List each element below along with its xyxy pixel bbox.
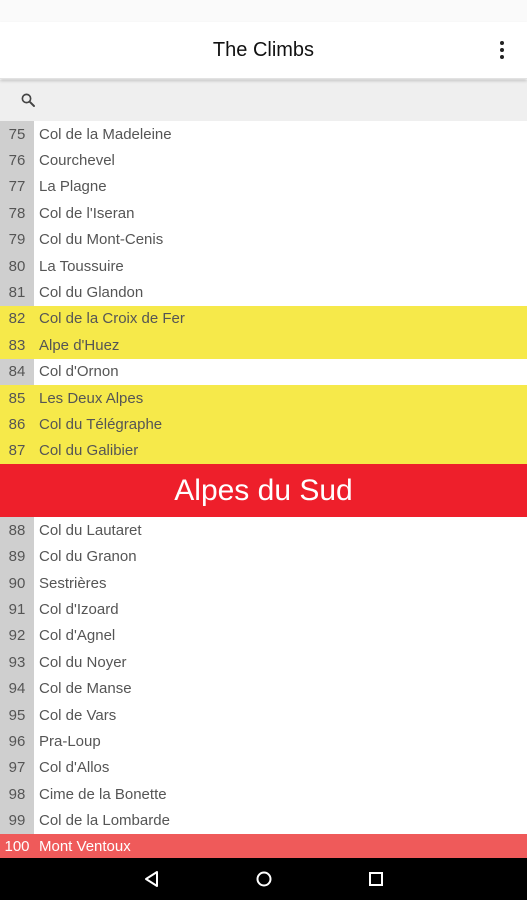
page-title: The Climbs [212,39,315,61]
list-item[interactable]: 87 Col du Galibier [0,437,527,465]
climb-name: Alpe d'Huez [39,336,120,354]
list-item[interactable]: 84 Col d'Ornon [0,358,527,385]
more-vert-icon[interactable] [497,36,507,64]
climb-name: Col de la Croix de Fer [39,310,185,328]
climb-number: 96 [0,728,34,755]
climb-name: Sestrières [39,574,107,592]
list-item[interactable]: 89 Col du Granon [0,543,527,570]
climb-number: 94 [0,675,34,702]
climb-number: 81 [0,279,34,306]
home-circle-icon[interactable] [254,869,274,889]
list-item[interactable]: 95 Col de Vars [0,701,527,729]
climb-number: 98 [0,780,34,808]
app-bar: The Climbs [0,22,527,79]
list-item[interactable]: 78 Col de l'Iseran [0,200,527,227]
recents-square-icon[interactable] [366,869,386,889]
list-item[interactable]: 82 Col de la Croix de Fer [0,305,527,333]
climb-name: Col d'Ornon [39,363,119,381]
list-item[interactable]: 93 Col du Noyer [0,649,527,676]
list-item[interactable]: 85 Les Deux Alpes [0,384,527,412]
list-item[interactable]: 81 Col du Glandon [0,279,527,306]
list-item[interactable]: 80 La Toussuire [0,252,527,280]
climb-list: 75 Col de la Madeleine 76 Courchevel 77 La Pl… [0,121,527,861]
climb-number: 84 [0,358,34,385]
search-input[interactable] [46,86,520,116]
list-item[interactable]: 75 Col de la Madeleine [0,121,527,148]
climb-number: 83 [0,332,34,359]
list-item[interactable]: 94 Col de Manse [0,675,527,702]
climb-name: Mont Ventoux [39,838,131,856]
status-bar [0,0,527,22]
list-item[interactable]: 77 La Plagne [0,173,527,201]
climb-name: Cime de la Bonette [39,785,167,803]
climb-number: 75 [0,121,34,148]
climb-name: Col de Manse [39,680,132,698]
climb-number: 82 [0,305,34,333]
list-item[interactable]: 97 Col d'Allos [0,754,527,781]
climb-number: 78 [0,200,34,227]
list-item[interactable]: 99 Col de la Lombarde [0,807,527,834]
climb-number: 97 [0,754,34,781]
list-item[interactable]: 76 Courchevel [0,147,527,174]
climb-number: 76 [0,147,34,174]
climb-number: 88 [0,517,34,544]
list-item[interactable]: 88 Col du Lautaret [0,517,527,544]
list-item[interactable]: 86 Col du Télégraphe [0,411,527,438]
list-item[interactable]: 96 Pra-Loup [0,728,527,755]
climb-name: Col d'Allos [39,759,110,777]
search-bar [0,80,527,121]
climb-name: Col de la Madeleine [39,125,172,143]
climb-name: Pra-Loup [39,732,101,750]
climb-number: 95 [0,701,34,729]
climb-number: 93 [0,649,34,676]
list-item[interactable]: 90 Sestrières [0,569,527,597]
climb-number: 99 [0,807,34,834]
climb-name: Col du Galibier [39,442,139,460]
list-item[interactable]: 79 Col du Mont-Cenis [0,226,527,253]
climb-name: Col de la Lombarde [39,812,170,830]
climb-number: 90 [0,569,34,597]
climb-number: 89 [0,543,34,570]
climb-name: Col d'Agnel [39,627,116,645]
climb-name: Col de l'Iseran [39,204,135,222]
list-item[interactable]: 83 Alpe d'Huez [0,332,527,359]
list-item[interactable]: 100 Mont Ventoux [0,833,527,861]
climb-number: 100 [0,833,34,861]
search-icon[interactable] [19,91,37,109]
list-item[interactable]: 91 Col d'Izoard [0,596,527,623]
list-item[interactable]: 98 Cime de la Bonette [0,780,527,808]
climb-number: 77 [0,173,34,201]
climb-name: Les Deux Alpes [39,389,144,407]
climb-number: 79 [0,226,34,253]
climb-name: La Plagne [39,178,107,196]
climb-name: Col du Noyer [39,653,127,671]
climb-number: 86 [0,411,34,438]
climb-name: Col de Vars [39,706,117,724]
back-triangle-icon[interactable] [142,869,162,889]
climb-number: 80 [0,252,34,280]
climb-name: Col du Télégraphe [39,415,163,433]
climb-number: 85 [0,384,34,412]
list-item[interactable]: 92 Col d'Agnel [0,622,527,650]
climb-name: Col du Granon [39,548,137,566]
navigation-bar [0,858,527,900]
climb-number: 91 [0,596,34,623]
section-header: Alpes du Sud [0,464,527,518]
climb-name: La Toussuire [39,257,124,275]
climb-name: Col du Glandon [39,284,144,302]
climb-name: Col d'Izoard [39,600,119,618]
climb-name: Col du Lautaret [39,521,142,539]
climb-number: 87 [0,437,34,465]
climb-name: Courchevel [39,152,115,170]
climb-number: 92 [0,622,34,650]
climb-name: Col du Mont-Cenis [39,231,164,249]
